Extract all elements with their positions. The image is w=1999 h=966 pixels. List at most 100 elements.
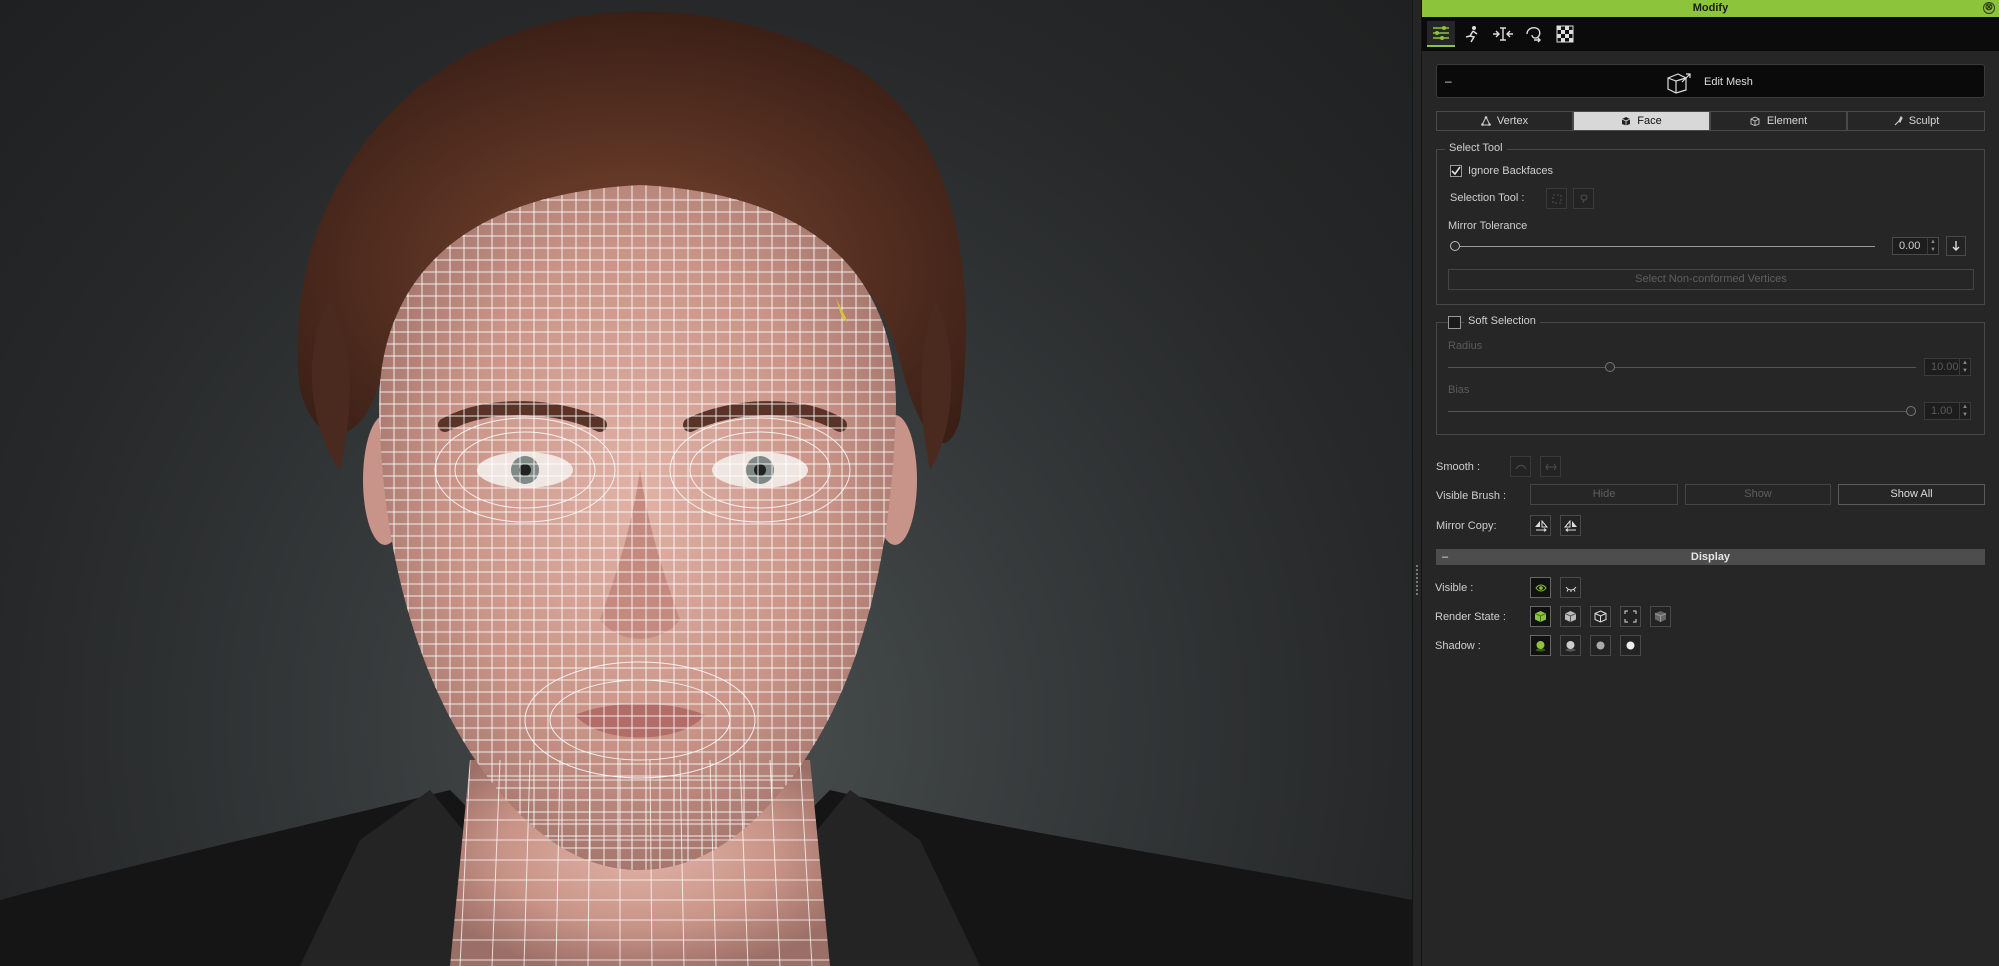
character-wireframe-render xyxy=(0,11,1412,966)
radius-value: 10.00 xyxy=(1931,361,1959,373)
tab-morph[interactable] xyxy=(1520,21,1548,47)
xray-cube-icon xyxy=(1654,611,1667,622)
ignore-backfaces-checkbox[interactable] xyxy=(1450,165,1462,177)
splitter-grip[interactable] xyxy=(1416,565,1418,595)
shadow-receive-icon xyxy=(1596,641,1605,650)
close-button[interactable]: ⊗ xyxy=(1983,2,1995,14)
select-tool-group: Select Tool Ignore Backfaces Selection T… xyxy=(1436,142,1985,305)
display-section-header[interactable]: – Display xyxy=(1436,549,1985,565)
bias-spinbox[interactable]: 1.00 ▲ ▼ xyxy=(1924,402,1971,420)
mirror-tolerance-spinbox[interactable]: 0.00 ▲ ▼ xyxy=(1892,237,1939,255)
solid-cube-icon xyxy=(1534,611,1547,622)
mirror-tolerance-knob[interactable] xyxy=(1450,241,1460,251)
smooth-label: Smooth : xyxy=(1436,461,1481,473)
soft-selection-checkbox[interactable] xyxy=(1448,316,1461,329)
ignore-backfaces-label: Ignore Backfaces xyxy=(1468,165,1553,177)
tab-sculpt[interactable]: Sculpt xyxy=(1847,111,1985,131)
select-rect-button[interactable] xyxy=(1546,188,1567,209)
radius-knob[interactable] xyxy=(1605,362,1615,372)
shadow-receive-button[interactable] xyxy=(1590,635,1611,656)
visible-label: Visible : xyxy=(1435,582,1474,594)
panel-splitter[interactable] xyxy=(1412,0,1422,966)
spinner-arrows-icon[interactable]: ▲ ▼ xyxy=(1927,238,1938,254)
tab-element[interactable]: Element xyxy=(1710,111,1847,131)
mirror-tolerance-value: 0.00 xyxy=(1899,240,1921,252)
panel-titlebar: Modify ⊗ xyxy=(1422,0,1999,17)
element-icon xyxy=(1750,116,1760,126)
tab-vertex[interactable]: Vertex xyxy=(1436,111,1573,131)
shadow-none-button[interactable] xyxy=(1620,635,1641,656)
tab-element-label: Element xyxy=(1766,115,1808,127)
visible-on-button[interactable] xyxy=(1530,577,1551,598)
tab-sculpt-label: Sculpt xyxy=(1908,115,1940,127)
transform-tab-icon xyxy=(1493,27,1513,41)
render-smooth-button[interactable] xyxy=(1560,606,1581,627)
mirror-tolerance-apply-button[interactable] xyxy=(1946,236,1966,256)
spinner-arrows-icon[interactable]: ▲ ▼ xyxy=(1959,359,1970,375)
vertex-icon xyxy=(1481,116,1491,126)
render-shaded-button[interactable] xyxy=(1530,606,1551,627)
tab-vertex-label: Vertex xyxy=(1496,115,1529,127)
soft-selection-label: Soft Selection xyxy=(1464,315,1540,327)
tab-transform[interactable] xyxy=(1489,21,1517,47)
radius-slider[interactable] xyxy=(1448,367,1916,368)
mirror-tolerance-slider[interactable] xyxy=(1455,246,1875,247)
wireframe-cube-icon xyxy=(1594,610,1607,623)
edit-mesh-button[interactable]: – Edit Mesh xyxy=(1436,64,1985,98)
eye-open-icon xyxy=(1534,584,1547,591)
hide-button[interactable]: Hide xyxy=(1530,484,1678,505)
shaded-cube-icon xyxy=(1564,611,1577,622)
render-state-label: Render State : xyxy=(1435,611,1506,623)
bias-knob[interactable] xyxy=(1906,406,1916,416)
radius-spinbox[interactable]: 10.00 ▲ ▼ xyxy=(1924,358,1971,376)
shadow-cast-receive-button[interactable] xyxy=(1530,635,1551,656)
tab-motion[interactable] xyxy=(1458,21,1486,47)
render-wireframe-button[interactable] xyxy=(1590,606,1611,627)
edit-mesh-label: Edit Mesh xyxy=(1704,76,1753,88)
select-nonconformed-vertices-button[interactable]: Select Non-conformed Vertices xyxy=(1448,269,1974,290)
smooth-button[interactable] xyxy=(1510,456,1531,477)
visible-brush-label: Visible Brush : xyxy=(1436,490,1507,502)
face-icon xyxy=(1622,117,1631,126)
display-collapse-icon[interactable]: – xyxy=(1442,549,1448,565)
spinner-arrows-icon[interactable]: ▲ ▼ xyxy=(1959,403,1970,419)
motion-tab-icon xyxy=(1465,26,1478,43)
show-all-button[interactable]: Show All xyxy=(1838,484,1985,505)
show-button[interactable]: Show xyxy=(1685,484,1831,505)
radius-label: Radius xyxy=(1448,340,1483,352)
panel-tab-strip xyxy=(1422,17,1999,51)
select-lasso-button[interactable] xyxy=(1573,188,1594,209)
tab-face-label: Face xyxy=(1637,115,1662,127)
render-bounding-box-button[interactable] xyxy=(1620,606,1641,627)
mirror-copy-label: Mirror Copy: xyxy=(1436,520,1497,532)
smooth-settings-button[interactable] xyxy=(1540,456,1561,477)
visible-off-button[interactable] xyxy=(1560,577,1581,598)
render-xray-button[interactable] xyxy=(1650,606,1671,627)
mirror-left-icon xyxy=(1563,519,1577,532)
shadow-none-icon xyxy=(1626,641,1635,650)
bounding-box-icon xyxy=(1624,610,1637,623)
morph-tab-icon xyxy=(1526,27,1541,43)
mirror-copy-right-button[interactable] xyxy=(1530,515,1551,536)
shadow-cast-button[interactable] xyxy=(1560,635,1581,656)
mirror-copy-left-button[interactable] xyxy=(1560,515,1581,536)
edit-mesh-collapse-icon[interactable]: – xyxy=(1445,74,1452,88)
marquee-select-icon xyxy=(1552,194,1561,203)
select-nonconformed-label: Select Non-conformed Vertices xyxy=(1635,273,1787,285)
selection-tool-label: Selection Tool : xyxy=(1450,192,1525,204)
3d-viewport[interactable] xyxy=(0,0,1412,966)
checker-tab-icon xyxy=(1556,25,1574,43)
bias-label: Bias xyxy=(1448,384,1470,396)
close-icon: ⊗ xyxy=(1984,2,1994,13)
panel-title: Modify xyxy=(1692,2,1729,14)
tab-material[interactable] xyxy=(1551,21,1579,47)
tab-face[interactable]: Face xyxy=(1573,111,1710,131)
tab-modify-sliders[interactable] xyxy=(1427,21,1455,47)
display-title: Display xyxy=(1690,551,1731,563)
checkmark-icon xyxy=(1451,166,1461,176)
bias-slider[interactable] xyxy=(1448,411,1916,412)
smooth-relax-icon xyxy=(1544,463,1557,470)
mirror-tolerance-label: Mirror Tolerance xyxy=(1448,220,1528,232)
bias-value: 1.00 xyxy=(1931,405,1953,417)
shadow-cast-icon xyxy=(1565,641,1576,652)
